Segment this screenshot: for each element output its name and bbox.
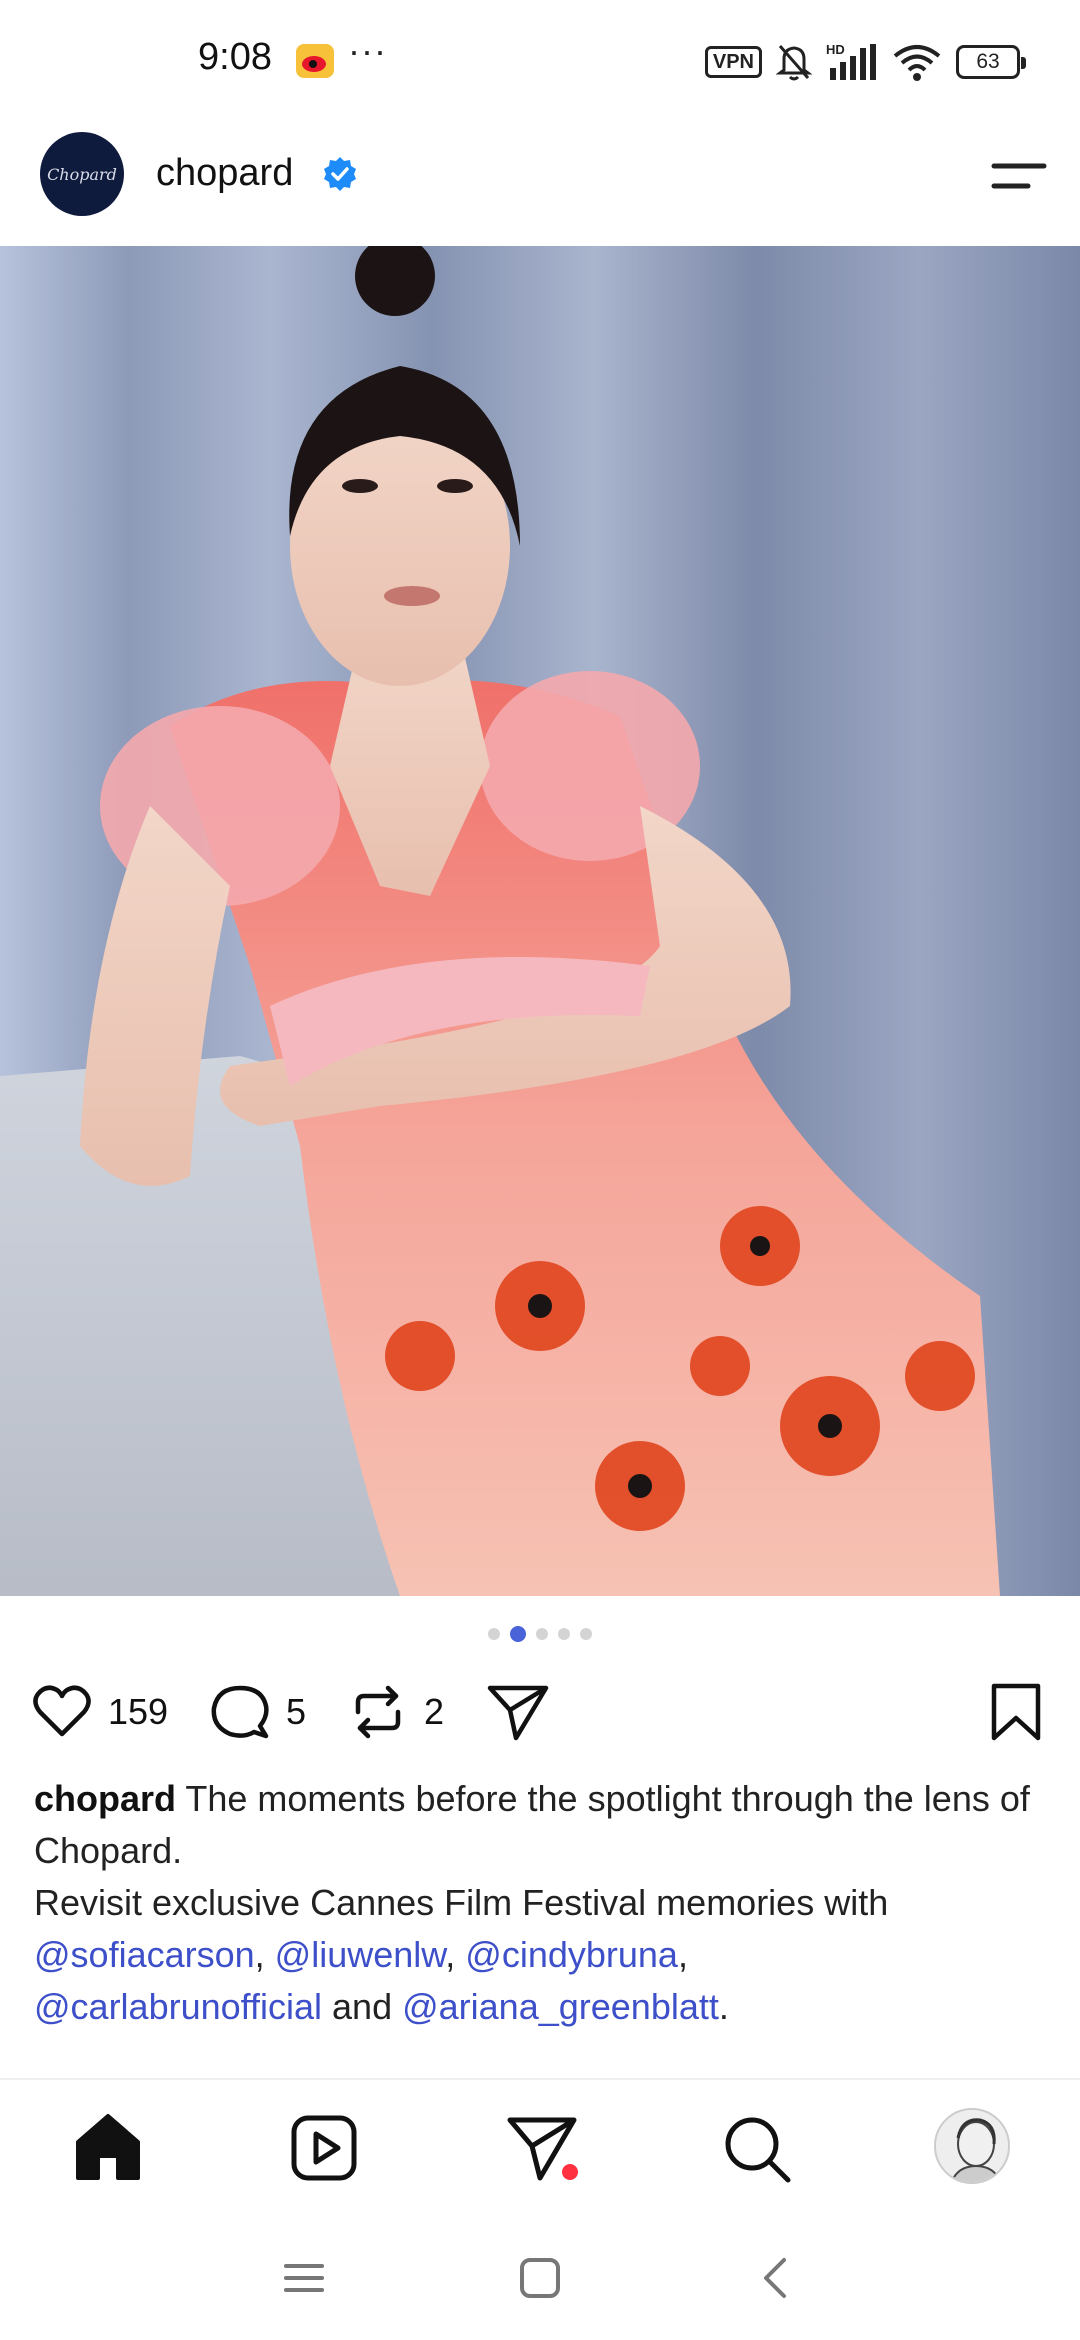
caption-username[interactable]: chopard — [34, 1778, 176, 1819]
heart-icon[interactable] — [30, 1680, 94, 1744]
repost-action[interactable]: 2 — [346, 1680, 444, 1744]
status-bar: 9:08 ··· VPN HD 63 — [0, 0, 1080, 120]
bookmark-icon[interactable] — [984, 1680, 1048, 1744]
comment-count: 5 — [286, 1691, 307, 1732]
account-avatar[interactable]: Chopard — [40, 132, 124, 216]
battery-level: 63 — [976, 50, 1000, 73]
recents-icon[interactable] — [280, 2254, 328, 2302]
caption-text-2: Revisit exclusive Cannes Film Festival m… — [34, 1882, 889, 1923]
repost-count: 2 — [424, 1691, 445, 1732]
post-actions: 159 5 2 — [0, 1680, 1080, 1750]
nav-home[interactable] — [70, 2110, 146, 2186]
repost-icon[interactable] — [346, 1680, 410, 1744]
carousel-dot — [558, 1628, 570, 1640]
save-action[interactable] — [984, 1680, 1048, 1744]
battery-indicator: 63 — [956, 45, 1026, 79]
separator: , — [677, 1934, 688, 1975]
back-chevron-icon[interactable] — [752, 2254, 800, 2302]
back-button[interactable] — [752, 2254, 800, 2302]
like-count: 159 — [108, 1691, 169, 1732]
post-header: Chopard chopard — [0, 120, 1080, 246]
like-action[interactable]: 159 — [30, 1680, 168, 1744]
nav-reels[interactable] — [286, 2110, 362, 2186]
carousel-dot — [580, 1628, 592, 1640]
post-image[interactable] — [0, 246, 1080, 1596]
mute-bell-icon — [776, 45, 812, 81]
separator: , — [254, 1934, 275, 1975]
mention-link[interactable]: @liuwenlw — [275, 1934, 446, 1975]
status-time: 9:08 — [198, 36, 272, 78]
home-button[interactable] — [516, 2254, 564, 2302]
bottom-navigation — [0, 2078, 1080, 2214]
mention-link[interactable]: @cindybruna — [465, 1934, 678, 1975]
vpn-badge: VPN — [704, 46, 762, 78]
wifi-icon — [893, 45, 941, 81]
send-icon[interactable] — [486, 1680, 550, 1744]
mention-link[interactable]: @sofiacarson — [34, 1934, 255, 1975]
carousel-indicator — [0, 1626, 1080, 1642]
account-name[interactable]: chopard — [156, 152, 293, 195]
square-home-icon[interactable] — [516, 2254, 564, 2302]
separator: , — [445, 1934, 466, 1975]
mention-link[interactable]: @carlabrunofficial — [34, 1986, 322, 2027]
verified-badge-icon — [324, 157, 356, 191]
post-caption: chopard The moments before the spotlight… — [34, 1773, 1054, 2033]
caption-text-1: The moments before the spotlight through… — [34, 1778, 1030, 1871]
status-icons: VPN HD 63 — [704, 40, 1026, 84]
search-icon[interactable] — [718, 2110, 794, 2186]
signal-icon: HD — [826, 42, 876, 80]
profile-avatar[interactable] — [934, 2108, 1010, 2184]
svg-text:HD: HD — [826, 42, 845, 57]
recents-button[interactable] — [280, 2254, 328, 2302]
nav-messages[interactable] — [504, 2110, 580, 2186]
notification-dot-icon — [562, 2164, 578, 2180]
avatar-logo-text: Chopard — [47, 164, 117, 184]
comment-action[interactable]: 5 — [208, 1680, 306, 1744]
carousel-dot-active — [510, 1626, 526, 1642]
menu-icon[interactable] — [988, 158, 1048, 194]
nav-search[interactable] — [718, 2110, 794, 2186]
video-icon[interactable] — [286, 2110, 362, 2186]
send-icon[interactable] — [504, 2110, 580, 2186]
weibo-icon — [296, 44, 334, 78]
caption-end: . — [718, 1986, 729, 2027]
more-notifications-icon: ··· — [348, 30, 387, 71]
system-navigation — [0, 2214, 1080, 2340]
mention-link[interactable]: @ariana_greenblatt — [402, 1986, 719, 2027]
caption-and: and — [322, 1986, 403, 2027]
share-action[interactable] — [486, 1680, 550, 1744]
home-icon[interactable] — [70, 2110, 146, 2186]
comment-icon[interactable] — [208, 1680, 272, 1744]
carousel-dot — [488, 1628, 500, 1640]
carousel-dot — [536, 1628, 548, 1640]
avatar-image-icon — [936, 2110, 1008, 2182]
